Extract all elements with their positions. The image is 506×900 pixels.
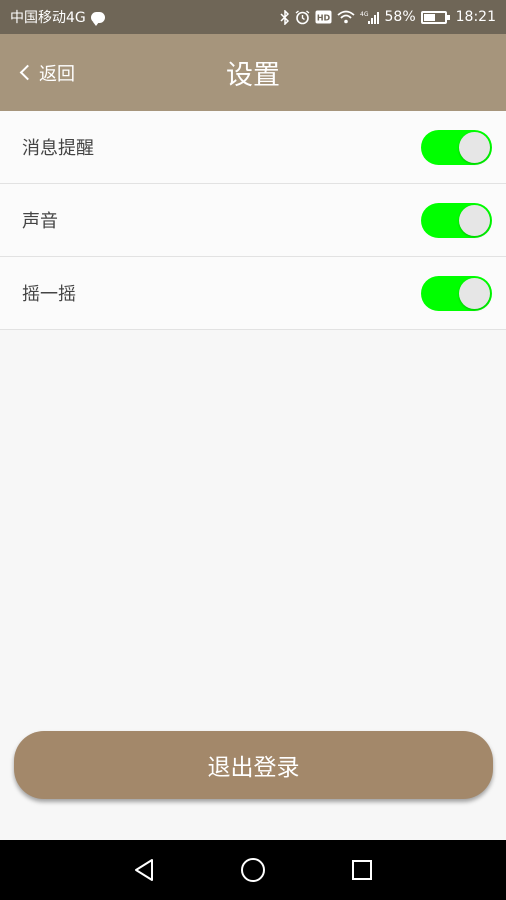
back-triangle-icon[interactable]: [124, 850, 164, 890]
system-nav-bar: [0, 840, 506, 900]
settings-row-shake: 摇一摇: [0, 257, 506, 330]
setting-label: 声音: [22, 211, 58, 232]
svg-text:HD: HD: [316, 14, 330, 23]
setting-label: 摇一摇: [22, 284, 76, 305]
settings-list: 消息提醒 声音 摇一摇: [0, 111, 506, 330]
hd-icon: HD: [315, 10, 332, 24]
bluetooth-icon: [279, 9, 290, 25]
page-title: 设置: [226, 60, 280, 91]
settings-row-notification: 消息提醒: [0, 111, 506, 184]
signal-icon: 4G: [360, 10, 380, 25]
notification-toggle[interactable]: [421, 129, 492, 165]
chat-bubble-icon: [90, 11, 105, 26]
toggle-knob: [459, 277, 490, 309]
toggle-knob: [459, 204, 490, 236]
svg-text:4G: 4G: [360, 11, 369, 18]
status-bar: 中国移动4G HD 4G 58% 18:21: [0, 0, 506, 34]
shake-toggle[interactable]: [421, 275, 492, 311]
alarm-icon: [295, 9, 310, 25]
battery-icon: [420, 10, 450, 24]
settings-row-sound: 声音: [0, 184, 506, 257]
sound-toggle[interactable]: [421, 202, 492, 238]
setting-label: 消息提醒: [22, 138, 94, 159]
wifi-icon: [336, 10, 355, 24]
clock: 18:21: [455, 9, 496, 25]
logout-button[interactable]: 退出登录: [14, 731, 493, 799]
toggle-knob: [459, 131, 490, 163]
battery-percent: 58%: [384, 9, 416, 25]
header-bar: 返回 设置: [0, 34, 506, 111]
recents-square-icon[interactable]: [342, 850, 382, 890]
home-circle-icon[interactable]: [233, 850, 273, 890]
carrier-label: 中国移动4G: [10, 10, 86, 26]
